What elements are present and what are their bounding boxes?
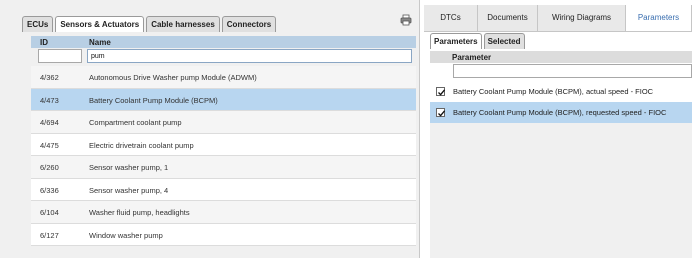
parameter-label: Battery Coolant Pump Module (BCPM), actu… (453, 87, 654, 96)
row-id: 4/473 (40, 95, 59, 105)
tab-parameters[interactable]: Parameters (626, 5, 692, 31)
printer-icon[interactable] (400, 14, 412, 26)
table-row[interactable]: 6/104 Washer fluid pump, headlights (31, 201, 416, 224)
parameter-checkbox[interactable] (436, 87, 446, 96)
row-name: Washer fluid pump, headlights (89, 208, 190, 217)
parameter-filter-input[interactable] (453, 64, 692, 78)
tab-wiring-diagrams[interactable]: Wiring Diagrams (538, 5, 626, 31)
row-name: Battery Coolant Pump Module (BCPM) (89, 95, 218, 105)
parameter-row[interactable]: Battery Coolant Pump Module (BCPM), actu… (430, 81, 692, 102)
row-name: Compartment coolant pump (89, 118, 182, 127)
parameters-sub-tabs: Parameters Selected (430, 33, 527, 49)
tab-sensors-actuators[interactable]: Sensors & Actuators (55, 16, 145, 32)
parameter-label: Battery Coolant Pump Module (BCPM), requ… (453, 108, 667, 117)
table-row[interactable]: 6/260 Sensor washer pump, 1 (31, 156, 416, 179)
tab-documents[interactable]: Documents (478, 5, 538, 31)
table-row[interactable]: 4/473 Battery Coolant Pump Module (BCPM) (31, 88, 416, 111)
row-name: Autonomous Drive Washer pump Module (ADW… (89, 73, 257, 82)
row-id: 6/127 (40, 230, 59, 240)
column-header-name: Name (89, 38, 111, 47)
parameter-row[interactable]: Battery Coolant Pump Module (BCPM), requ… (430, 102, 692, 123)
table-row[interactable]: 4/362 Autonomous Drive Washer pump Modul… (31, 66, 416, 89)
row-name: Sensor washer pump, 1 (89, 163, 169, 172)
parameter-checkbox[interactable] (436, 108, 446, 117)
parameters-panel: DTCs Documents Wiring Diagrams Parameter… (424, 0, 692, 258)
row-id: 4/475 (40, 140, 59, 150)
table-row[interactable]: 6/127 Window washer pump (31, 223, 416, 246)
checkmark-icon (438, 110, 446, 117)
sensors-actuators-panel: ECUs Sensors & Actuators Cable harnesses… (0, 0, 420, 258)
component-list: 4/362 Autonomous Drive Washer pump Modul… (31, 66, 416, 246)
row-id: 6/336 (40, 185, 59, 195)
right-tab-bar: DTCs Documents Wiring Diagrams Parameter… (424, 5, 692, 32)
column-header-parameter: Parameter (452, 53, 492, 62)
row-id: 4/694 (40, 118, 59, 127)
parameter-list: Battery Coolant Pump Module (BCPM), actu… (430, 81, 692, 123)
tab-ecus[interactable]: ECUs (22, 16, 54, 32)
sub-tab-parameters[interactable]: Parameters (430, 33, 482, 49)
column-header-id: ID (40, 38, 48, 47)
left-tab-bar: ECUs Sensors & Actuators Cable harnesses… (22, 16, 278, 32)
table-row[interactable]: 6/336 Sensor washer pump, 4 (31, 178, 416, 201)
table-row[interactable]: 4/475 Electric drivetrain coolant pump (31, 133, 416, 156)
tab-connectors[interactable]: Connectors (221, 16, 277, 32)
parameter-list-empty-area (430, 123, 692, 258)
row-id: 6/260 (40, 163, 59, 172)
row-name: Window washer pump (89, 230, 163, 240)
name-filter-input[interactable] (87, 49, 412, 63)
table-row[interactable]: 4/694 Compartment coolant pump (31, 111, 416, 134)
tab-cable-harnesses[interactable]: Cable harnesses (146, 16, 220, 32)
tab-dtcs[interactable]: DTCs (424, 5, 478, 31)
parameter-column-header: Parameter (430, 51, 692, 63)
sub-tab-selected[interactable]: Selected (483, 33, 525, 49)
id-filter-input[interactable] (38, 49, 82, 63)
row-id: 4/362 (40, 73, 59, 82)
checkmark-icon (438, 89, 446, 96)
table-header: ID Name (31, 36, 416, 48)
row-name: Sensor washer pump, 4 (89, 185, 169, 195)
row-id: 6/104 (40, 208, 59, 217)
row-name: Electric drivetrain coolant pump (89, 140, 194, 150)
